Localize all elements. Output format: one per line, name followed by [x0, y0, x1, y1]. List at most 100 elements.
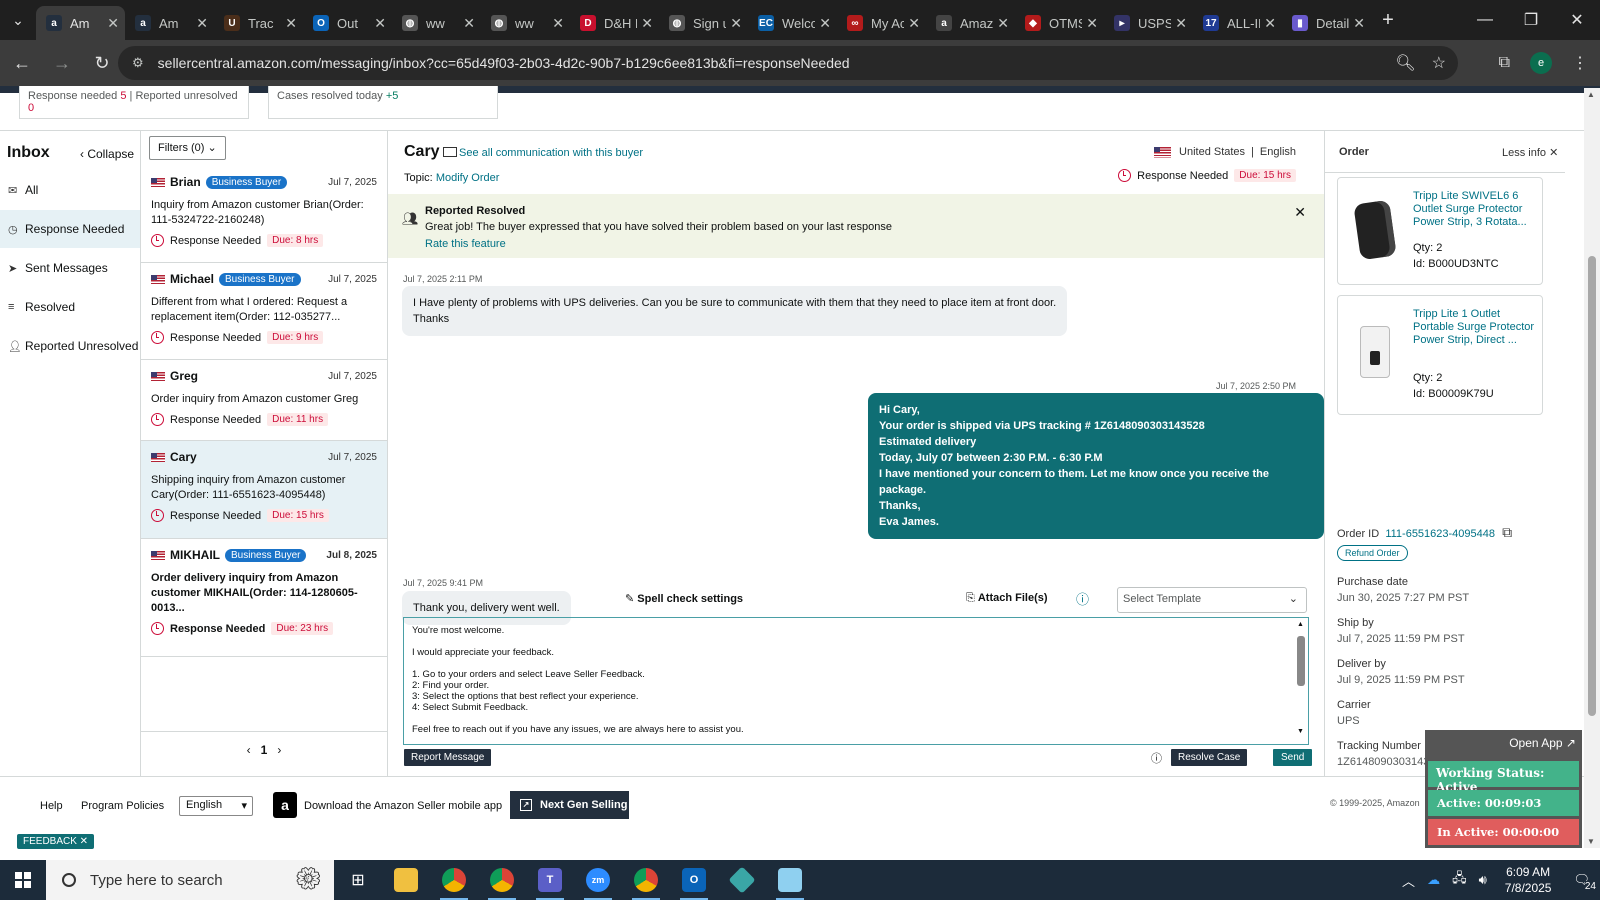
scroll-up-icon[interactable]: ▲ [1587, 90, 1595, 99]
spell-check-settings-button[interactable]: ✎ Spell check settings [625, 592, 743, 605]
product-title-link[interactable]: Tripp Lite SWIVEL6 6 Outlet Surge Protec… [1413, 190, 1535, 229]
download-app-link[interactable]: Download the Amazon Seller mobile app [304, 800, 502, 812]
browser-tab[interactable]: a Am ✕ [36, 6, 125, 40]
close-tab-icon[interactable]: ✕ [374, 15, 386, 32]
browser-tab[interactable]: 17 ALL-IN-✕ [1193, 6, 1282, 40]
network-icon[interactable]: 🖧︎ [1452, 869, 1467, 891]
report-message-button[interactable]: Report Message [404, 749, 492, 766]
browser-tab[interactable]: ▸ USPS.co✕ [1104, 6, 1193, 40]
chrome-alt-app[interactable] [622, 860, 670, 900]
nav-item-reported-unresolved[interactable]: 👤︎ Reported Unresolved [0, 327, 140, 365]
zoom-app[interactable]: zm [574, 860, 622, 900]
send-button[interactable]: Send [1273, 749, 1313, 766]
browser-menu-icon[interactable]: ⋮ [1572, 53, 1588, 73]
taskbar-search-box[interactable]: Type here to search 🌼︎ [46, 860, 334, 900]
close-tab-icon[interactable]: ✕ [1264, 15, 1276, 32]
show-hidden-icons[interactable]: ︿ [1402, 871, 1415, 890]
teams-app[interactable]: T [526, 860, 574, 900]
nav-item-resolved[interactable]: ≡ Resolved [0, 288, 140, 326]
profile-avatar[interactable]: e [1530, 52, 1552, 74]
browser-tab[interactable]: O Out ✕ [303, 6, 392, 40]
close-tab-icon[interactable]: ✕ [1175, 15, 1187, 32]
close-tab-icon[interactable]: ✕ [641, 15, 653, 32]
scroll-down-icon[interactable]: ▼ [1297, 726, 1304, 737]
browser-tab[interactable]: a Amazon✕ [926, 6, 1015, 40]
close-tab-icon[interactable]: ✕ [908, 15, 920, 32]
product-title-link[interactable]: Tripp Lite 1 Outlet Portable Surge Prote… [1413, 308, 1535, 347]
select-template-dropdown[interactable]: Select Template ⌄ [1117, 587, 1307, 613]
message-list-item[interactable]: Michael Business Buyer Jul 7, 2025 Differen… [141, 263, 387, 360]
close-tab-icon[interactable]: ✕ [1086, 15, 1098, 32]
close-banner-icon[interactable]: ✕ [1294, 204, 1306, 221]
minimize-icon[interactable]: — [1462, 0, 1508, 40]
collapse-button[interactable]: ‹ Collapse [80, 147, 134, 161]
next-page-icon[interactable]: › [277, 743, 281, 757]
close-tab-icon[interactable]: ✕ [463, 15, 475, 32]
close-tab-icon[interactable]: ✕ [107, 15, 119, 32]
reply-textarea[interactable]: You're most welcome. I would appreciate y… [403, 617, 1309, 745]
system-clock[interactable]: 6:09 AM 7/8/2025 [1505, 864, 1552, 896]
close-tab-icon[interactable]: ✕ [819, 15, 831, 32]
browser-tab[interactable]: ◍ Sign up✕ [659, 6, 748, 40]
restore-icon[interactable]: ❐ [1508, 0, 1554, 40]
browser-tab[interactable]: ◆ OTMS ✕ [1015, 6, 1104, 40]
new-tab-button[interactable]: + [1371, 9, 1405, 32]
program-policies-link[interactable]: Program Policies [81, 800, 164, 812]
nav-item-response-needed[interactable]: ◷ Response Needed [0, 210, 140, 248]
zoom-icon[interactable]: 🔍︎ [1395, 53, 1415, 73]
page-scrollbar[interactable]: ▲ ▼ [1584, 88, 1600, 848]
outlook-app[interactable]: O [670, 860, 718, 900]
filters-dropdown[interactable]: Filters (0) ⌄ [149, 136, 226, 160]
close-tab-icon[interactable]: ✕ [730, 15, 742, 32]
browser-tab[interactable]: ◍ ww ✕ [392, 6, 481, 40]
scroll-down-icon[interactable]: ▼ [1587, 837, 1595, 846]
help-link[interactable]: Help [40, 800, 63, 812]
nav-item-all[interactable]: ✉ All [0, 171, 140, 209]
chrome-profile-app[interactable] [478, 860, 526, 900]
vpn-app[interactable] [718, 860, 766, 900]
browser-tab[interactable]: a Am ✕ [125, 6, 214, 40]
info-icon[interactable]: ⓘ [1076, 589, 1089, 608]
tab-search-button[interactable]: ⌄ [0, 0, 36, 40]
file-explorer-app[interactable] [382, 860, 430, 900]
forward-icon[interactable]: → [44, 45, 80, 81]
browser-tab[interactable]: ∞ My Acc✕ [837, 6, 926, 40]
scrollbar-thumb[interactable] [1297, 636, 1305, 686]
back-icon[interactable]: ← [4, 45, 40, 81]
close-tab-icon[interactable]: ✕ [997, 15, 1009, 32]
feedback-button[interactable]: FEEDBACK ✕ [17, 834, 95, 849]
address-bar[interactable]: ⚙ sellercentral.amazon.com/messaging/inb… [118, 46, 1458, 80]
task-view-button[interactable]: ⊞ [334, 860, 382, 900]
refund-order-button[interactable]: Refund Order [1337, 545, 1408, 561]
message-list-item[interactable]: Cary Jul 7, 2025 Shipping inquiry from Ama… [141, 441, 387, 539]
copy-icon[interactable]: ⧉ [1502, 524, 1512, 540]
next-gen-selling-button[interactable]: ↗ Next Gen Selling [510, 791, 629, 819]
close-tab-icon[interactable]: ✕ [196, 15, 208, 32]
resolve-case-button[interactable]: Resolve Case [1171, 749, 1248, 766]
close-tab-icon[interactable]: ✕ [1353, 15, 1365, 32]
browser-tab[interactable]: D D&H Di✕ [570, 6, 659, 40]
open-app-button[interactable]: Open App ↗ [1509, 736, 1576, 750]
message-list-item[interactable]: MIKHAIL Business Buyer Jul 8, 2025 Order de… [141, 539, 387, 657]
product-image[interactable] [1352, 326, 1398, 384]
close-window-icon[interactable]: ✕ [1554, 0, 1600, 40]
attach-files-button[interactable]: ⎘ Attach File(s) [966, 592, 1048, 605]
close-tab-icon[interactable]: ✕ [552, 15, 564, 32]
rate-feature-link[interactable]: Rate this feature [425, 238, 506, 250]
site-info-icon[interactable]: ⚙ [132, 55, 144, 71]
browser-tab[interactable]: ▮ Detailed✕ [1282, 6, 1371, 40]
reply-scrollbar[interactable]: ▲ ▼ [1297, 619, 1305, 737]
notepad-app[interactable] [766, 860, 814, 900]
info-icon[interactable]: ⓘ [1151, 750, 1162, 766]
browser-tab[interactable]: U Trac ✕ [214, 6, 303, 40]
browser-tab[interactable]: ◍ ww ✕ [481, 6, 570, 40]
extensions-icon[interactable]: ⧉ [1499, 54, 1510, 72]
volume-icon[interactable]: 🔊︎ [1479, 872, 1487, 888]
onedrive-icon[interactable]: ☁ [1427, 872, 1440, 888]
message-list-item[interactable]: Greg Jul 7, 2025 Order inquiry from Amazon… [141, 360, 387, 441]
start-button[interactable] [0, 860, 46, 900]
chrome-app[interactable] [430, 860, 478, 900]
prev-page-icon[interactable]: ‹ [247, 743, 251, 757]
scroll-up-icon[interactable]: ▲ [1297, 619, 1304, 630]
bookmark-star-icon[interactable]: ☆ [1432, 53, 1446, 73]
